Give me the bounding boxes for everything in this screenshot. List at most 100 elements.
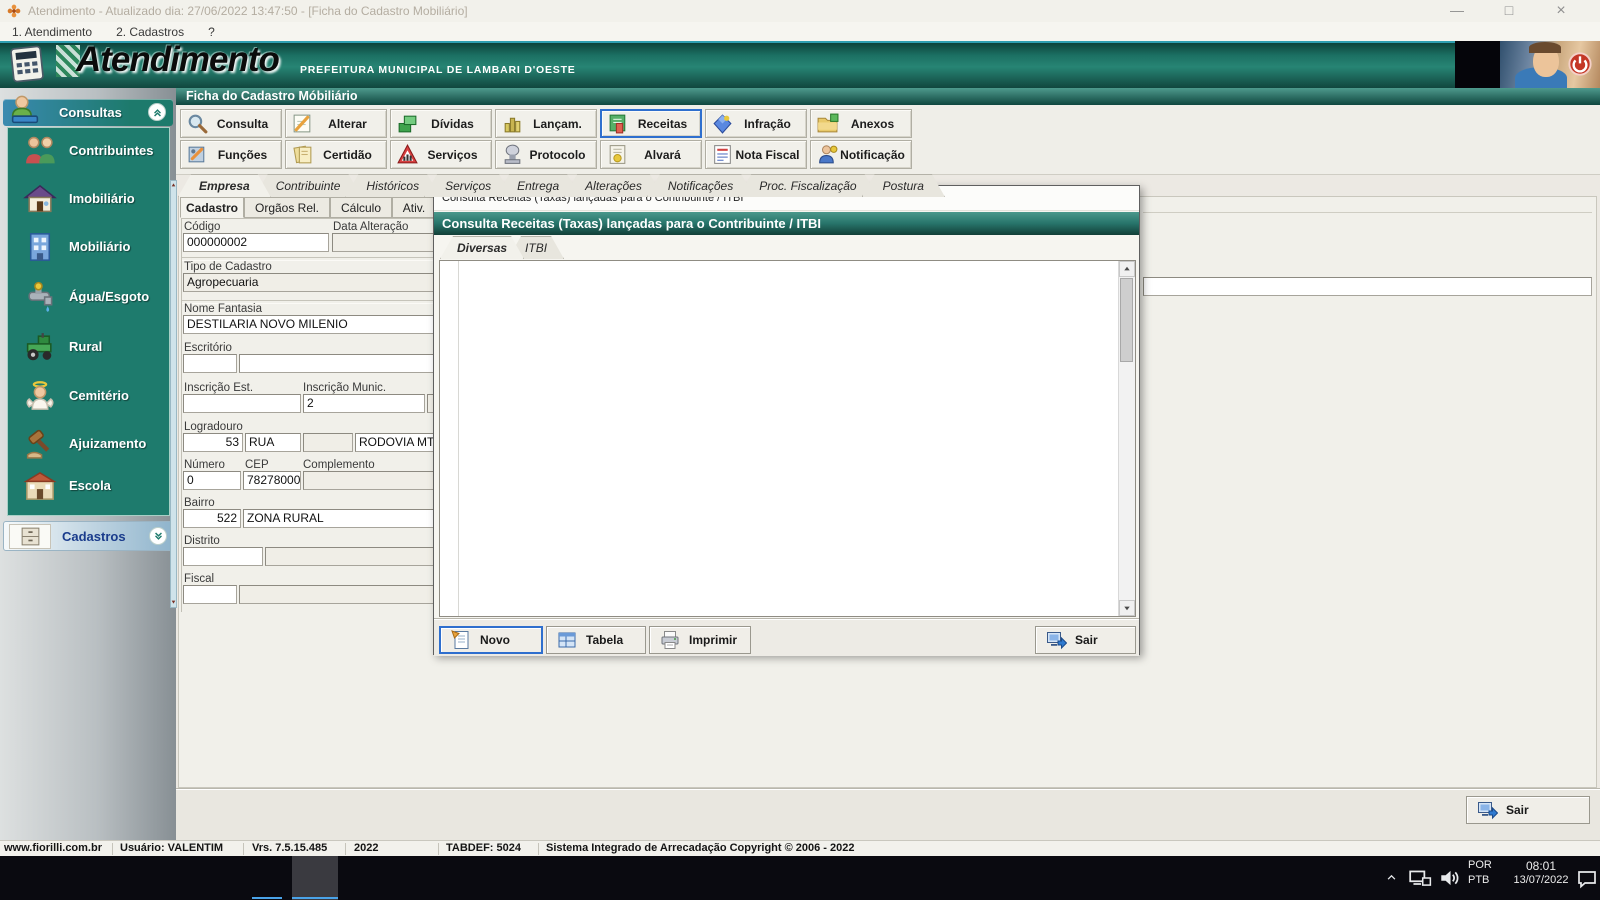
toolbar-button-anexos[interactable]: Anexos bbox=[810, 109, 912, 138]
dialog-scrollbar[interactable] bbox=[1118, 261, 1135, 616]
collapse-button[interactable] bbox=[148, 103, 166, 121]
taskbar: POR PTB 08:01 13/07/2022 bbox=[0, 856, 1600, 900]
sidebar-item-escola[interactable]: Escola bbox=[7, 465, 170, 509]
expand-button[interactable] bbox=[149, 527, 167, 545]
input-logradouro-codigo[interactable]: 53 bbox=[183, 433, 243, 452]
input-escritorio-codigo[interactable] bbox=[183, 354, 237, 373]
subtab-orgaos-rel[interactable]: Orgãos Rel. bbox=[244, 197, 330, 218]
input-distrito-codigo[interactable] bbox=[183, 547, 263, 566]
tractor-icon bbox=[23, 330, 57, 364]
dialog-buttonbar: Novo Tabela Imprimir Sair bbox=[434, 619, 1139, 656]
toolbar-button-lancamentos[interactable]: Lançam. bbox=[495, 109, 597, 138]
sidebar-item-cemiterio[interactable]: Cemitério bbox=[7, 375, 170, 419]
sidebar-item-ajuizamento[interactable]: Ajuizamento bbox=[7, 423, 170, 467]
sidebar-item-rural[interactable]: Rural bbox=[7, 326, 170, 370]
tray-language-top[interactable]: POR bbox=[1468, 859, 1492, 871]
label-fiscal: Fiscal bbox=[184, 573, 215, 585]
tray-language-bottom[interactable]: PTB bbox=[1468, 874, 1489, 886]
toolbar-button-alterar[interactable]: Alterar bbox=[285, 109, 387, 138]
table-icon bbox=[556, 629, 578, 651]
imprimir-button[interactable]: Imprimir bbox=[649, 626, 751, 654]
toolbar-button-consulta[interactable]: Consulta bbox=[180, 109, 282, 138]
toolbar-button-funcoes[interactable]: Funções bbox=[180, 140, 282, 169]
tri_down-icon[interactable] bbox=[171, 599, 176, 605]
dialog-sair-button[interactable]: Sair bbox=[1035, 626, 1136, 654]
power-icon[interactable] bbox=[1567, 51, 1593, 77]
header-attendant-photo bbox=[1455, 41, 1600, 88]
scroll-up-button[interactable] bbox=[1119, 261, 1135, 277]
magnifier-icon bbox=[186, 112, 209, 135]
toolbar-button-dividas[interactable]: Dívidas bbox=[390, 109, 492, 138]
tab-contribuinte[interactable]: Contribuinte bbox=[255, 174, 362, 197]
input-logradouro-tipo[interactable]: RUA bbox=[245, 433, 301, 452]
dialog-tab-diversas[interactable]: Diversas bbox=[440, 236, 524, 259]
tri_up-icon[interactable] bbox=[171, 182, 176, 188]
input-cep[interactable]: 78278000 bbox=[243, 471, 301, 490]
label-logradouro: Logradouro bbox=[184, 421, 243, 433]
scroll-down-button[interactable] bbox=[1119, 600, 1135, 616]
subtab-cadastro[interactable]: Cadastro bbox=[180, 197, 244, 218]
restore-icon[interactable]: □ bbox=[1484, 0, 1534, 22]
warning-icon bbox=[396, 143, 419, 166]
toolbar-button-servicos[interactable]: Serviços bbox=[390, 140, 492, 169]
input-bairro-codigo[interactable]: 522 bbox=[183, 509, 241, 528]
tray-clock-date[interactable]: 13/07/2022 bbox=[1504, 874, 1578, 886]
sair-button[interactable]: Sair bbox=[1466, 796, 1590, 824]
sidebar-group-cadastros[interactable]: Cadastros bbox=[3, 521, 173, 551]
input-tipo-cadastro[interactable]: Agropecuaria bbox=[183, 273, 470, 292]
input-inscricao-est[interactable] bbox=[183, 394, 301, 413]
toolbar-button-certidao[interactable]: Certidão bbox=[285, 140, 387, 169]
close-icon[interactable]: × bbox=[1536, 0, 1586, 22]
speaker-icon[interactable] bbox=[1438, 866, 1462, 890]
novo-button[interactable]: Novo bbox=[439, 626, 543, 654]
chat-icon[interactable] bbox=[1576, 867, 1598, 889]
tab-postura[interactable]: Postura bbox=[862, 174, 945, 197]
minimize-icon[interactable]: — bbox=[1432, 0, 1482, 22]
dialog-results-grid[interactable] bbox=[439, 260, 1136, 617]
tab-historicos[interactable]: Históricos bbox=[345, 174, 440, 197]
page-title: Ficha do Cadastro Móbiliário bbox=[176, 88, 1600, 105]
tab-notificacoes[interactable]: Notificações bbox=[647, 174, 754, 197]
menu-help[interactable]: ? bbox=[204, 25, 219, 39]
stamp-icon bbox=[501, 143, 524, 166]
screen: Atendimento - Atualizado dia: 27/06/2022… bbox=[0, 0, 1600, 900]
status-user: Usuário: VALENTIM bbox=[120, 842, 224, 854]
label-nome-fantasia: Nome Fantasia bbox=[184, 303, 262, 315]
sidebar-item-agua-esgoto[interactable]: Água/Esgoto bbox=[7, 276, 170, 320]
input-codigo[interactable]: 000000002 bbox=[183, 233, 329, 252]
scroll-thumb[interactable] bbox=[1120, 278, 1133, 362]
tray-clock-time[interactable]: 08:01 bbox=[1512, 859, 1570, 873]
tab-alteracoes[interactable]: Alterações bbox=[564, 174, 663, 197]
sidebar-item-contribuintes[interactable]: Contribuintes bbox=[7, 130, 170, 174]
folder_plus-icon bbox=[816, 112, 839, 135]
tab-empresa[interactable]: Empresa bbox=[178, 174, 271, 197]
bottom-bar bbox=[176, 788, 1600, 841]
tabela-button[interactable]: Tabela bbox=[546, 626, 646, 654]
edit-icon bbox=[291, 112, 314, 135]
toolbar-button-protocolo[interactable]: Protocolo bbox=[495, 140, 597, 169]
toolbar-button-receitas[interactable]: Receitas bbox=[600, 109, 702, 138]
network-icon[interactable] bbox=[1408, 866, 1432, 890]
menu-atendimento[interactable]: 1. Atendimento bbox=[8, 25, 96, 39]
input-nome-fantasia[interactable]: DESTILARIA NOVO MILENIO bbox=[183, 315, 470, 334]
subtab-calculo[interactable]: Cálculo bbox=[330, 197, 392, 218]
input-logradouro-extra[interactable] bbox=[303, 433, 353, 452]
tab-proc-fiscalizacao[interactable]: Proc. Fiscalização bbox=[738, 174, 877, 197]
input-numero[interactable]: 0 bbox=[183, 471, 241, 490]
chev_down-icon bbox=[152, 530, 165, 543]
input-inscricao-mun[interactable]: 2 bbox=[303, 394, 425, 413]
input-fiscal-codigo[interactable] bbox=[183, 585, 237, 604]
sidebar-item-mobiliario[interactable]: Mobiliário bbox=[7, 226, 170, 270]
dialog-header: Consulta Receitas (Taxas) lançadas para … bbox=[434, 212, 1139, 235]
toolbar-button-alvara[interactable]: Alvará bbox=[600, 140, 702, 169]
status-tabdef: TABDEF: 5024 bbox=[446, 842, 521, 854]
toolbar-button-nota-fiscal[interactable]: Nota Fiscal bbox=[705, 140, 807, 169]
field-continuation-right[interactable] bbox=[1143, 277, 1592, 296]
toolbar-button-infracao[interactable]: Infração bbox=[705, 109, 807, 138]
side-scrollbar[interactable] bbox=[170, 180, 177, 608]
toolbar-button-notificacao[interactable]: Notificação bbox=[810, 140, 912, 169]
sidebar-item-imobiliario[interactable]: Imobiliário bbox=[7, 178, 170, 222]
chev_up_small-icon[interactable] bbox=[1384, 870, 1399, 885]
menu-cadastros[interactable]: 2. Cadastros bbox=[112, 25, 188, 39]
subtab-ativ[interactable]: Ativ. bbox=[392, 197, 436, 218]
